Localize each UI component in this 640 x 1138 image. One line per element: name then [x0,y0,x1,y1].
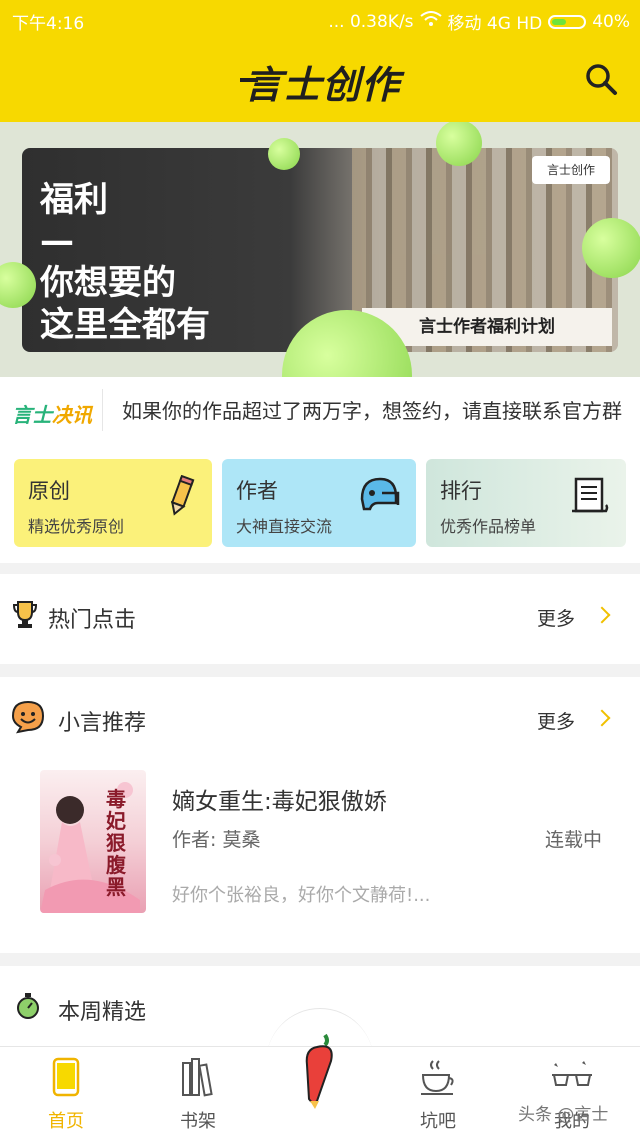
book-status: 连载中 [545,829,603,851]
carrier-label: 移动 4G HD [447,14,543,34]
chevron-right-icon[interactable] [593,709,611,727]
tab-label: 书架 [180,1111,216,1132]
stopwatch-icon [16,992,40,1024]
recommend-section: 小言推荐 更多 毒妃狠腹黑 嫡女重生:毒妃狠傲娇 作者: 莫桑 连载中 好你个张… [0,677,640,953]
news-tag: 言士决讯 [12,399,92,428]
wifi-icon [419,11,442,32]
banner-headline: 福利 [40,180,108,220]
scroll-icon [570,475,610,519]
tab-bookshelf[interactable]: 书架 [148,1057,248,1133]
status-right: ... 0.38K/s 移动 4G HD 40% [328,9,630,34]
pencil-icon [166,474,196,521]
tab-label: 坑吧 [420,1111,456,1132]
more-button-hot[interactable]: 更多 [537,604,575,631]
promo-banner[interactable]: 福利 — 你想要的 这里全都有 言士创作 言士作者福利计划 [0,122,640,377]
book-cover-title: 毒妃狠腹黑 [106,787,126,899]
phone-icon [51,1057,81,1101]
sunglasses-icon [550,1061,594,1101]
status-bar: 下午4:16 ... 0.38K/s 移动 4G HD 40% [0,0,640,40]
tab-create[interactable] [270,1031,370,1113]
tab-forum[interactable]: 坑吧 [388,1057,488,1133]
news-tag-a: 言士 [12,403,52,427]
category-row: 原创 精选优秀原创 作者 大神直接交流 排行 优秀作品榜单 [0,443,640,563]
smiley-bubble-icon [10,699,46,739]
banner-line2: 这里全都有 [40,305,210,345]
trophy-icon [12,600,38,634]
watermark: 头条 @言士 [518,1105,609,1125]
news-ticker[interactable]: 言士决讯 如果你的作品超过了两万字，想签约，请直接联系官方群 [0,377,640,443]
helmet-icon [358,475,400,517]
book-title[interactable]: 嫡女重生:毒妃狠傲娇 [172,782,387,816]
section-title-weekly: 本周精选 [58,1000,147,1025]
divider [102,389,103,431]
category-author[interactable]: 作者 大神直接交流 [222,459,416,547]
cup-icon [419,1060,457,1101]
chevron-right-icon[interactable] [593,606,611,624]
hot-section: 热门点击 更多 [0,574,640,664]
app-logo: 言士创作 [239,54,400,109]
book-cover[interactable]: 毒妃狠腹黑 [40,770,146,913]
decor-ball [436,122,482,166]
battery-icon [548,14,587,29]
book-description: 好你个张裕良，好你个文静荷!... [172,885,431,906]
category-original[interactable]: 原创 精选优秀原创 [14,459,212,547]
news-text[interactable]: 如果你的作品超过了两万字，想签约，请直接联系官方群 [122,395,622,424]
decor-ball [268,138,300,170]
banner-logo: 言士创作 [532,156,610,184]
status-time: 下午4:16 [12,14,85,34]
section-title-hot: 热门点击 [48,608,137,633]
banner-dash: — [40,221,74,261]
app-header: 言士创作 [0,40,640,122]
tab-home[interactable]: 首页 [16,1057,116,1133]
section-title-recommend: 小言推荐 [58,711,147,736]
banner-line1: 你想要的 [40,263,176,303]
banner-slogan: — 你想要的 这里全都有 [40,220,210,346]
category-ranking[interactable]: 排行 优秀作品榜单 [426,459,626,547]
book-author: 作者: 莫桑 [172,829,261,851]
decor-ball [582,218,640,278]
search-icon[interactable] [584,62,618,96]
network-speed: ... 0.38K/s [328,11,414,32]
more-button-recommend[interactable]: 更多 [537,707,575,734]
bookshelf-icon [180,1058,216,1101]
news-tag-b: 决讯 [52,403,92,427]
tab-label: 首页 [48,1111,84,1132]
chili-rocket-icon [295,1033,345,1113]
battery-percent: 40% [592,11,630,32]
